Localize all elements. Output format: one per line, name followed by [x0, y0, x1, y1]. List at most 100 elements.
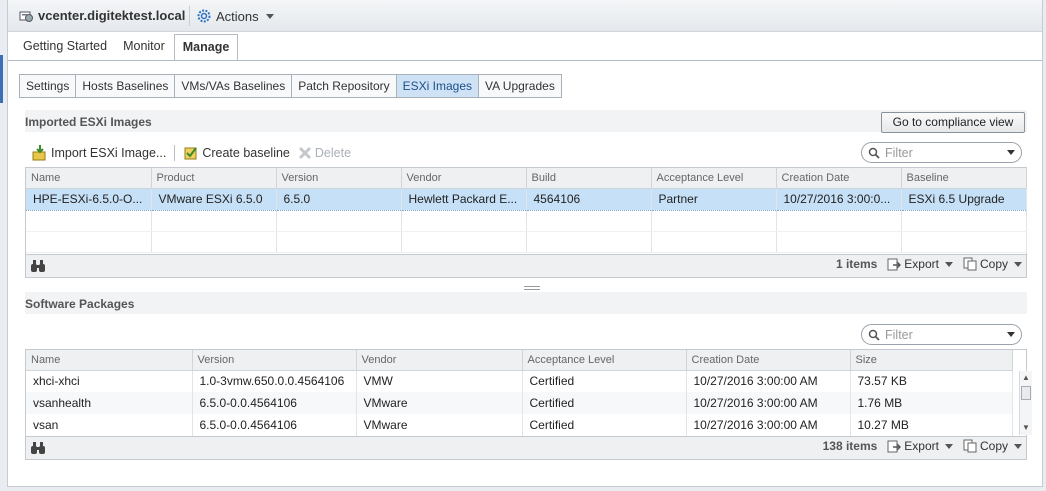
- table-cell: Certified: [522, 414, 687, 436]
- table-cell: 4564106: [526, 187, 652, 211]
- go-to-compliance-button[interactable]: Go to compliance view: [881, 112, 1025, 133]
- column-header[interactable]: Build: [526, 168, 652, 189]
- column-header[interactable]: Creation Date: [686, 350, 851, 371]
- sub-tabs: Settings Hosts Baselines VMs/VAs Baselin…: [19, 74, 562, 98]
- actions-label: Actions: [216, 8, 259, 24]
- copy-button[interactable]: Copy: [963, 439, 1022, 453]
- tab-manage[interactable]: Manage: [173, 34, 239, 61]
- copy-label: Copy: [979, 257, 1008, 271]
- copy-label: Copy: [979, 439, 1008, 453]
- table-cell: 73.57 KB: [850, 370, 1013, 392]
- table-header-row: Name Product Version Vendor Build Accept…: [26, 168, 1027, 189]
- table-cell: Certified: [522, 370, 687, 392]
- table-cell: VMware: [356, 392, 523, 414]
- export-button[interactable]: Export: [887, 257, 953, 271]
- item-count: 138 items: [822, 439, 878, 453]
- vcenter-icon: [19, 11, 33, 22]
- subtab-esxi-images[interactable]: ESXi Images: [396, 75, 479, 97]
- column-header[interactable]: Size: [850, 350, 1013, 371]
- copy-icon: [963, 439, 977, 453]
- software-packages-table: Name Version Vendor Acceptance Level Cre…: [25, 349, 1027, 437]
- title-divider: [189, 6, 190, 26]
- search-icon: [868, 147, 880, 159]
- subtab-vms-vas-baselines[interactable]: VMs/VAs Baselines: [175, 75, 293, 97]
- empty-row: [26, 231, 1027, 253]
- scrollbar-thumb[interactable]: [1021, 386, 1031, 400]
- page-title: vcenter.digitektest.local: [38, 8, 186, 23]
- column-header[interactable]: Baseline: [901, 168, 1027, 189]
- column-header[interactable]: Acceptance Level: [651, 168, 777, 189]
- table-cell: 10/27/2016 3:00:00 AM: [686, 392, 851, 414]
- export-button[interactable]: Export: [887, 439, 953, 453]
- delete-label: Delete: [314, 146, 352, 160]
- copy-button[interactable]: Copy: [963, 257, 1022, 271]
- binoculars-icon[interactable]: [30, 259, 46, 273]
- column-header[interactable]: Name: [26, 168, 152, 189]
- table-row[interactable]: HPE-ESXi-6.5.0-O... VMware ESXi 6.5.0 6.…: [26, 187, 1027, 211]
- table-cell: xhci-xhci: [26, 370, 193, 392]
- item-count: 1 items: [835, 257, 878, 271]
- export-label: Export: [904, 439, 939, 453]
- column-header[interactable]: Acceptance Level: [522, 350, 687, 371]
- empty-row: [26, 210, 1027, 232]
- create-baseline-button[interactable]: Create baseline: [183, 145, 290, 161]
- table-cell: Hewlett Packard E...: [401, 187, 527, 211]
- delete-icon: [298, 146, 311, 160]
- table-cell: 6.5.0-0.0.4564106: [192, 414, 357, 436]
- column-header[interactable]: Vendor: [401, 168, 527, 189]
- import-icon: [32, 145, 46, 161]
- table-row[interactable]: xhci-xhci 1.0-3vmw.650.0.0.4564106 VMW C…: [26, 370, 1013, 392]
- import-esxi-image-button[interactable]: Import ESXi Image...: [30, 144, 166, 162]
- table-cell: 6.5.0-0.0.4564106: [192, 392, 357, 414]
- table-cell: 6.5.0: [276, 187, 402, 211]
- packages-scrollbar[interactable]: ▲ ▼: [1019, 371, 1032, 435]
- delete-button[interactable]: Delete: [298, 146, 351, 160]
- main-tabs: Getting Started Monitor Manage: [16, 34, 240, 61]
- chevron-down-icon[interactable]: [1007, 332, 1015, 337]
- main-panel: vcenter.digitektest.local Actions Gettin…: [7, 0, 1043, 487]
- subtab-patch-repository[interactable]: Patch Repository: [292, 75, 397, 97]
- chevron-down-icon: [944, 261, 953, 267]
- imported-images-header: Imported ESXi Images: [25, 110, 1027, 132]
- chevron-down-icon: [265, 13, 274, 19]
- imported-images-table: Name Product Version Vendor Build Accept…: [25, 167, 1027, 255]
- table-cell: 1.0-3vmw.650.0.0.4564106: [192, 370, 357, 392]
- table-row[interactable]: vsanhealth 6.5.0-0.0.4564106 VMware Cert…: [26, 392, 1013, 414]
- column-header[interactable]: Version: [192, 350, 357, 371]
- tab-getting-started[interactable]: Getting Started: [16, 34, 114, 60]
- column-header[interactable]: Version: [276, 168, 402, 189]
- table-cell: 1.76 MB: [850, 392, 1013, 414]
- chevron-down-icon: [1014, 261, 1022, 267]
- binoculars-icon[interactable]: [30, 441, 46, 455]
- imported-filter-input[interactable]: Filter: [861, 142, 1022, 163]
- packages-footer: 138 items Export Copy: [25, 437, 1027, 460]
- window-edge-accent: [0, 55, 3, 103]
- scroll-up-arrow-icon[interactable]: ▲: [1021, 373, 1031, 383]
- export-icon: [887, 440, 902, 453]
- table-cell: Certified: [522, 392, 687, 414]
- search-icon: [868, 329, 880, 341]
- create-baseline-label: Create baseline: [202, 146, 290, 160]
- table-cell: Partner: [651, 187, 777, 211]
- table-cell: HPE-ESXi-6.5.0-O...: [26, 187, 152, 211]
- tab-monitor[interactable]: Monitor: [116, 34, 172, 60]
- filter-placeholder: Filter: [885, 145, 913, 160]
- create-baseline-icon: [184, 147, 198, 160]
- pane-splitter-handle[interactable]: [524, 286, 540, 290]
- table-cell: 10/27/2016 3:00:00 AM: [686, 370, 851, 392]
- table-cell: ESXi 6.5 Upgrade: [901, 187, 1027, 211]
- column-header[interactable]: Vendor: [356, 350, 523, 371]
- chevron-down-icon[interactable]: [1007, 150, 1015, 155]
- subtab-settings[interactable]: Settings: [20, 75, 77, 97]
- subtab-hosts-baselines[interactable]: Hosts Baselines: [76, 75, 176, 97]
- subtab-va-upgrades[interactable]: VA Upgrades: [479, 75, 561, 97]
- imported-toolbar: Import ESXi Image... Create baseline Del…: [30, 142, 359, 164]
- column-header[interactable]: Name: [26, 350, 193, 371]
- actions-menu-button[interactable]: Actions: [196, 6, 274, 26]
- packages-filter-input[interactable]: Filter: [861, 324, 1022, 345]
- column-header[interactable]: Creation Date: [776, 168, 902, 189]
- scroll-down-arrow-icon[interactable]: ▼: [1021, 423, 1031, 433]
- software-packages-header: Software Packages: [25, 292, 1027, 314]
- column-header[interactable]: Product: [151, 168, 277, 189]
- table-row[interactable]: vsan 6.5.0-0.0.4564106 VMware Certified …: [26, 414, 1013, 436]
